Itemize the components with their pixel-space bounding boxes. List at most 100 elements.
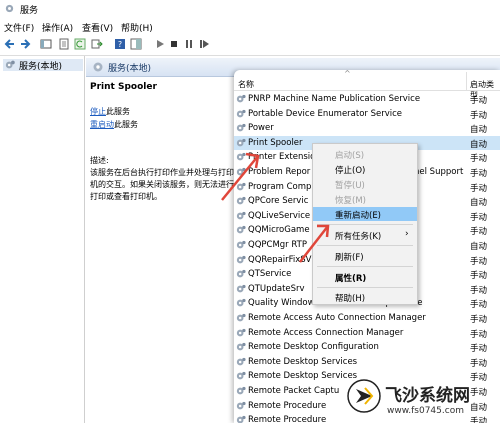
restart-line: 重启动此服务 xyxy=(90,119,138,130)
menu-view[interactable]: 查看(V) xyxy=(82,21,113,34)
service-row[interactable]: Power 自动 xyxy=(234,121,500,135)
service-gear-icon xyxy=(236,211,246,220)
service-gear-icon xyxy=(236,313,246,322)
service-name: QQMicroGame xyxy=(248,225,310,236)
service-row[interactable]: Portable Device Enumerator Service 手动 xyxy=(234,107,500,121)
console-tree: 服务(本地) xyxy=(0,56,85,423)
service-startup-type: 手动 xyxy=(470,110,488,121)
services-gear-icon xyxy=(5,4,14,13)
service-name: Remote Procedure xyxy=(248,415,327,423)
service-name: QTService xyxy=(248,269,292,280)
service-row[interactable]: PNRP Machine Name Publication Service 手动 xyxy=(234,92,500,106)
service-name-tail: nel Support xyxy=(414,167,464,177)
sort-arrow-icon: ^ xyxy=(344,70,351,78)
tree-node-label: 服务(本地) xyxy=(19,62,63,72)
ctx-stop[interactable]: 停止(O) xyxy=(313,162,417,176)
service-gear-icon xyxy=(236,416,246,423)
help-icon[interactable]: ? xyxy=(114,38,126,50)
service-gear-icon xyxy=(236,357,246,366)
service-startup-type: 手动 xyxy=(470,344,488,355)
ctx-properties[interactable]: 属性(R) xyxy=(313,270,417,284)
service-startup-type: 自动 xyxy=(470,242,488,252)
export-list-icon[interactable] xyxy=(91,38,103,50)
service-name: Remote Access Connection Manager xyxy=(248,327,404,338)
ctx-help[interactable]: 帮助(H) xyxy=(313,290,417,304)
refresh-icon[interactable] xyxy=(74,38,86,50)
service-gear-icon xyxy=(236,270,246,278)
column-divider[interactable] xyxy=(466,72,467,90)
service-gear-icon xyxy=(236,182,246,190)
restart-service-link[interactable]: 重启动 xyxy=(90,120,114,129)
restart-service-icon[interactable] xyxy=(198,38,210,50)
service-name-heading: Print Spooler xyxy=(90,82,157,92)
stop-suffix: 此服务 xyxy=(106,107,130,116)
service-name: PNRP Machine Name Publication Service xyxy=(248,94,421,104)
forward-arrow-icon[interactable] xyxy=(19,38,31,50)
service-startup-type: 自动 xyxy=(470,139,488,150)
service-startup-type: 手动 xyxy=(470,300,488,311)
service-gear-icon xyxy=(236,372,246,380)
service-startup-type: 手动 xyxy=(470,154,488,165)
service-gear-icon xyxy=(236,343,246,351)
service-name: Program Comp xyxy=(248,181,312,192)
service-startup-type: 手动 xyxy=(470,96,488,106)
ctx-pause[interactable]: 暂停(U) xyxy=(313,177,417,191)
service-gear-icon xyxy=(236,240,246,249)
ctx-resume[interactable]: 恢复(M) xyxy=(313,192,417,206)
back-arrow-icon[interactable] xyxy=(4,38,16,50)
service-row[interactable]: Remote Access Connection Manager 手动 xyxy=(234,326,500,340)
service-name: QQRepairFixSV xyxy=(248,254,312,265)
submenu-chevron-icon: › xyxy=(405,229,409,239)
service-row[interactable]: Remote Access Auto Connection Manager 手动 xyxy=(234,311,500,325)
service-gear-icon xyxy=(236,153,246,161)
ctx-all-tasks[interactable]: 所有任务(K) › xyxy=(313,228,417,242)
service-gear-icon xyxy=(236,226,246,234)
ctx-separator xyxy=(317,287,413,288)
service-name: Remote Packet Captu xyxy=(248,386,340,396)
service-row[interactable]: Remote Desktop Services 手动 xyxy=(234,355,500,369)
service-startup-type: 手动 xyxy=(470,169,488,179)
restart-suffix: 此服务 xyxy=(114,120,138,129)
service-name: Remote Access Auto Connection Manager xyxy=(248,313,426,323)
site-logo-icon xyxy=(347,379,381,413)
console-tree-icon[interactable] xyxy=(40,38,52,50)
properties-sheet-icon[interactable] xyxy=(58,38,70,50)
stop-line: 停止此服务 xyxy=(90,106,130,117)
service-startup-type: 手动 xyxy=(470,329,488,340)
ctx-separator xyxy=(317,224,413,225)
service-gear-icon xyxy=(236,138,246,147)
stop-service-link[interactable]: 停止 xyxy=(90,107,106,116)
start-service-icon[interactable] xyxy=(154,38,166,50)
service-name: Print Spooler xyxy=(248,137,303,148)
ctx-restart[interactable]: 重新启动(E) xyxy=(313,207,417,221)
service-gear-icon xyxy=(236,386,246,395)
menu-file[interactable]: 文件(F) xyxy=(4,21,34,34)
service-gear-icon xyxy=(236,255,246,263)
service-row[interactable]: Remote Desktop Configuration 手动 xyxy=(234,340,500,354)
menu-action[interactable]: 操作(A) xyxy=(42,21,73,34)
service-startup-type: 手动 xyxy=(470,315,488,325)
service-gear-icon xyxy=(236,94,246,103)
service-name: Remote Desktop Services xyxy=(248,356,358,367)
ctx-start[interactable]: 启动(S) xyxy=(313,147,417,161)
service-startup-type: 手动 xyxy=(470,271,488,282)
service-startup-type: 自动 xyxy=(470,198,488,209)
watermark-url: www.fs0745.com xyxy=(387,406,464,416)
pause-service-icon[interactable] xyxy=(183,38,195,50)
service-gear-icon xyxy=(236,299,246,307)
service-gear-icon xyxy=(236,124,246,132)
show-hide-pane-icon[interactable] xyxy=(130,38,142,50)
service-gear-icon xyxy=(236,328,246,336)
svg-text:?: ? xyxy=(118,40,122,49)
service-gear-icon xyxy=(236,167,246,176)
tree-node-services-local[interactable]: 服务(本地) xyxy=(3,59,83,72)
menu-bar: 文件(F) 操作(A) 查看(V) 帮助(H) xyxy=(0,20,500,34)
service-startup-type: 自动 xyxy=(470,125,488,136)
stop-service-icon[interactable] xyxy=(168,38,180,50)
column-header-name[interactable]: 名称 xyxy=(238,79,254,90)
ctx-refresh[interactable]: 刷新(F) xyxy=(313,249,417,263)
menu-help[interactable]: 帮助(H) xyxy=(121,21,153,34)
service-gear-icon xyxy=(236,401,246,409)
service-name: Portable Device Enumerator Service xyxy=(248,108,403,119)
service-name: Power xyxy=(248,123,274,134)
